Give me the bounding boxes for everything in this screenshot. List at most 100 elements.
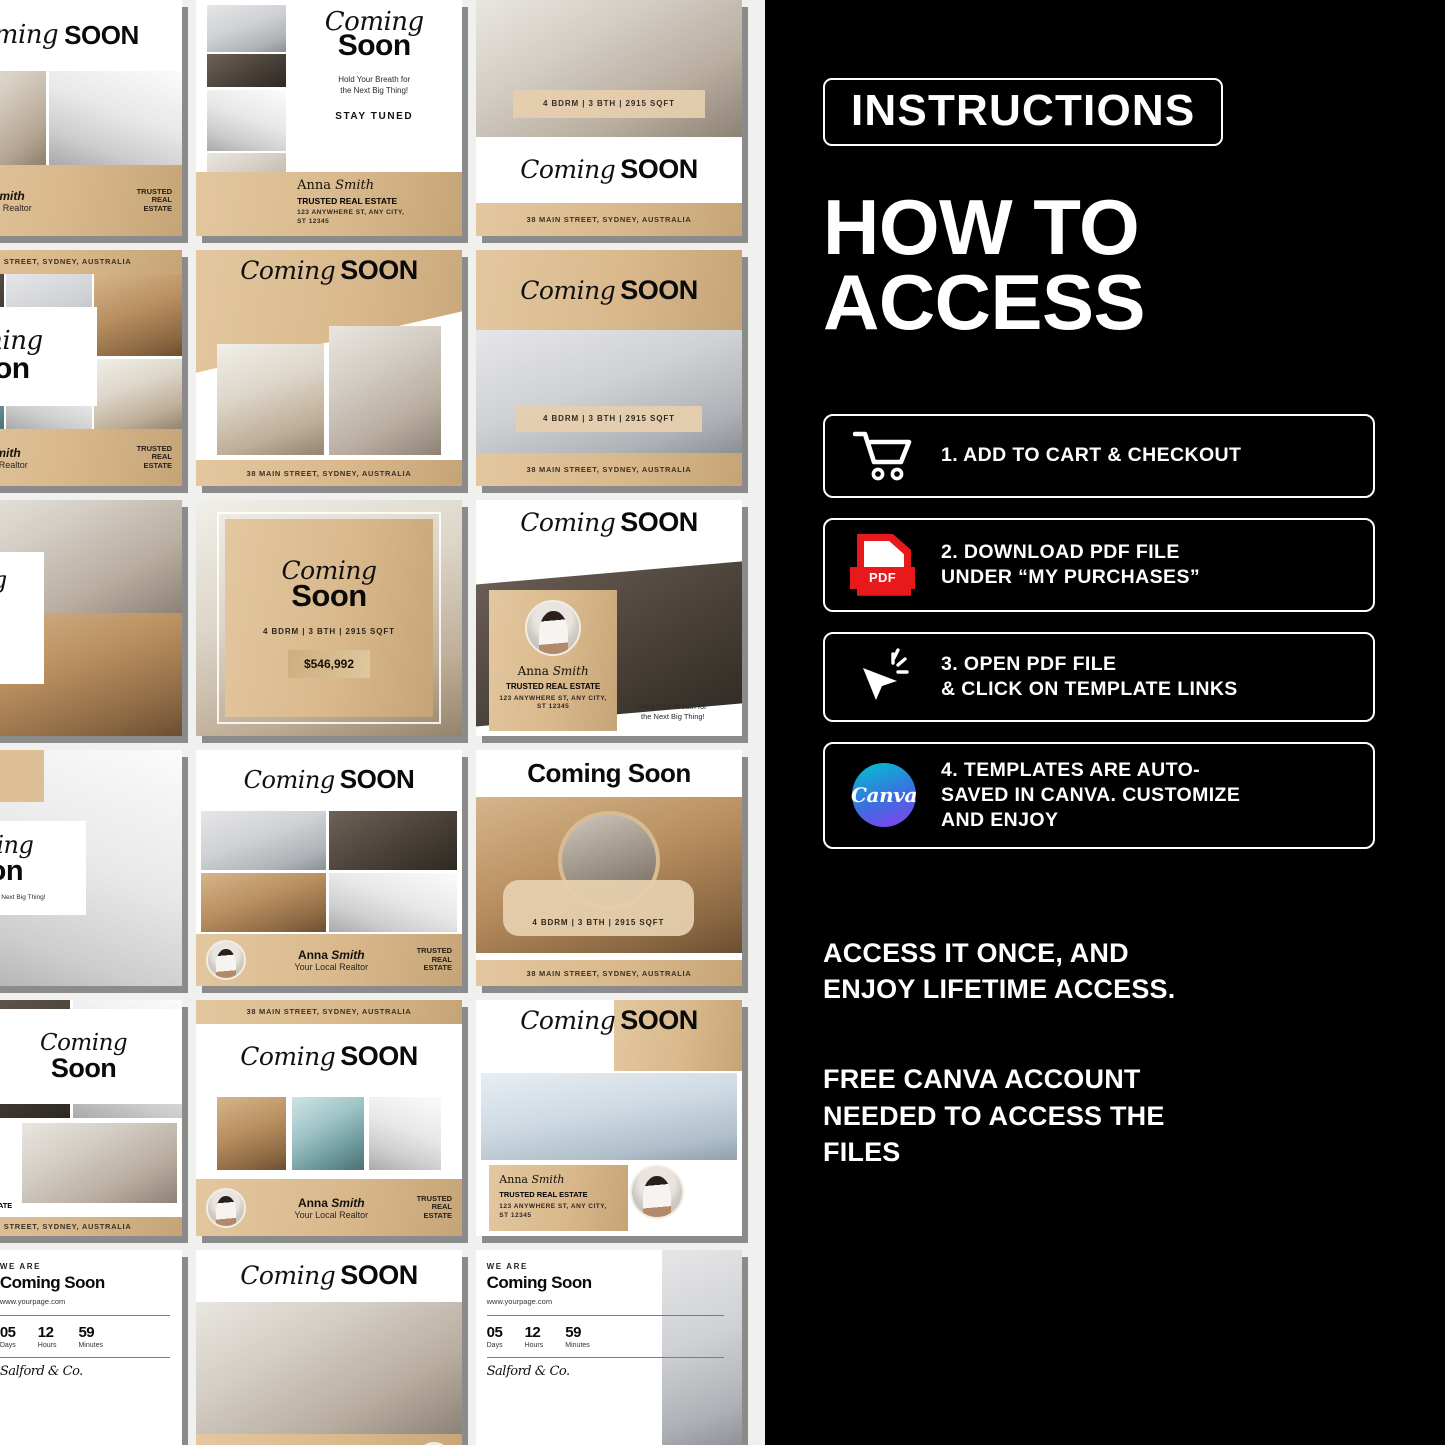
outro-line-1: ACCESS IT ONCE, AND [823, 937, 1129, 968]
trusted-badge: TRUSTED REAL ESTATE [0, 1201, 13, 1211]
cursor-click-icon [845, 648, 923, 706]
countdown-unit: 59 Minutes [565, 1323, 590, 1349]
step-open-pdf[interactable]: 3. OPEN PDF FILE & CLICK ON TEMPLATE LIN… [823, 631, 1375, 722]
avatar [206, 940, 246, 981]
coming-script: Coming [240, 1042, 336, 1072]
avatar [206, 1187, 246, 1228]
price-value: $546,992 [303, 656, 355, 671]
property-address: 38 MAIN STREET, SYDNEY, AUSTRALIA [246, 468, 412, 478]
photo-c [368, 1096, 441, 1170]
agent-role: Your Local Realtor [294, 962, 369, 973]
agent-name: Anna Smith [0, 445, 21, 460]
countdown-unit: 12 Hours [37, 1324, 57, 1349]
outro-line-3: FREE CANVA ACCOUNT [823, 1064, 1141, 1095]
template-card[interactable]: WE ARE Coming Soon www.yourpage.com 05 D… [470, 1244, 750, 1445]
canva-logo-icon: Canva [845, 763, 923, 828]
tagline: Hold Your Breath for the Next Big Thing! [639, 701, 707, 721]
outro-line-5: FILES [823, 1137, 901, 1168]
photo-living [329, 325, 441, 456]
agent-address: 123 ANYWHERE ST, ANY CITY, ST 12345 [499, 694, 607, 711]
coming-script: Coming [520, 155, 616, 185]
soon-bold: SOON [620, 274, 698, 305]
step-add-to-cart[interactable]: 1. ADD TO CART & CHECKOUT [823, 413, 1375, 498]
photo-sofa [22, 1122, 177, 1203]
coming-soon-title: Coming Soon [527, 758, 691, 789]
template-card[interactable]: 38 MAIN STREET, SYDNEY, AUSTRALIA Coming… [0, 244, 190, 494]
soon-bold: SOON [620, 507, 698, 538]
template-card[interactable]: Coming Soon 4 BDRM | 3 BTH | 2915 SQFT $… [190, 494, 470, 744]
agent-role: Your Local Realtor [0, 459, 28, 470]
property-address: 38 MAIN STREET, SYDNEY, AUSTRALIA [0, 1222, 132, 1232]
trusted-badge: TRUSTED REAL ESTATE [297, 196, 398, 207]
coming-script: Coming [0, 568, 7, 592]
template-card[interactable]: WE ARE Coming Soon www.yourpage.com 05 D… [0, 1244, 190, 1445]
step-label: 2. DOWNLOAD PDF FILE UNDER “MY PURCHASES… [941, 540, 1201, 588]
photo-f [94, 358, 182, 430]
agent-role: Your Local Realtor [294, 1209, 369, 1220]
coming-script: Coming [243, 765, 336, 794]
template-card[interactable]: Coming SOON Anna Smith TRUSTED REAL ESTA… [470, 494, 750, 744]
template-card[interactable]: Coming SOON Anna Smith TRUSTED REAL ESTA… [470, 994, 750, 1244]
coming-script: Coming [39, 1029, 128, 1056]
page-title: HOW TO ACCESS [823, 183, 1375, 346]
signature: Salford & Co. [0, 1364, 83, 1379]
property-specs: 4 BDRM | 3 BTH | 2915 SQFT [543, 99, 675, 109]
template-card[interactable]: 38 MAIN STREET, SYDNEY, AUSTRALIA Coming… [190, 994, 470, 1244]
coming-script: Coming [520, 508, 616, 538]
photo-a [201, 811, 327, 871]
template-card[interactable]: Coming SOON 4 BDRM | 3 BTH | 2915 SQFT 3… [470, 244, 750, 494]
trusted-badge: TRUSTED REAL ESTATE [136, 187, 172, 213]
pdf-file-icon: PDF [845, 533, 923, 596]
agent-name: Anna Smith [0, 188, 25, 203]
photo-a [217, 1096, 287, 1170]
property-address: 38 MAIN STREET, SYDNEY, AUSTRALIA [246, 1007, 412, 1017]
title-line-2: ACCESS [823, 257, 1146, 346]
template-card[interactable]: Coming Soon Hold Your Breath for the Nex… [190, 0, 470, 244]
tagline: Hold Your Breath for the Next Big Thing! [0, 894, 46, 902]
countdown-unit: 05 Days [0, 1324, 16, 1349]
photo-b [329, 811, 457, 871]
property-specs: 4 BDRM | 3 BTH | 2915 SQFT [263, 626, 395, 636]
photo-bedroom [476, 330, 742, 453]
countdown-unit: 12 Hours [524, 1323, 544, 1349]
coming-script: Coming [0, 20, 59, 51]
step-label: 3. OPEN PDF FILE & CLICK ON TEMPLATE LIN… [941, 652, 1238, 700]
coming-script: Coming [240, 255, 336, 285]
coming-script: Coming [0, 326, 43, 357]
template-card[interactable]: 4 BDRM | 3 BTH | 2915 SQFT Coming SOON 3… [470, 0, 750, 244]
outro-line-4: NEEDED TO ACCESS THE [823, 1100, 1165, 1131]
agent-name: Anna Smith [499, 1173, 565, 1187]
coming-script: Coming [240, 1261, 336, 1291]
coming-soon-title: Coming Soon [486, 1272, 592, 1292]
outro-text: ACCESS IT ONCE, AND ENJOY LIFETIME ACCES… [823, 935, 1375, 1171]
template-card[interactable]: Coming SOON Anna Smith Your Local Realto… [190, 744, 470, 994]
title-line-1: HOW TO [823, 183, 1140, 271]
template-card[interactable]: Coming SOON Anna Smith Your Local Realto… [0, 0, 190, 244]
photo-interior [662, 1250, 742, 1445]
agent-name: Anna Smith [517, 663, 589, 678]
instructions-panel: INSTRUCTIONS HOW TO ACCESS 1. ADD TO CAR… [765, 0, 1445, 1445]
photo-sofa [206, 4, 287, 52]
photo-c [94, 273, 182, 357]
avatar [630, 1165, 685, 1220]
soon-title: Soon [0, 855, 24, 888]
trusted-badge: TRUSTED REAL ESTATE [416, 946, 452, 973]
photo-d [329, 872, 457, 932]
soon-bold: SOON [340, 254, 418, 285]
template-card[interactable]: Coming Soon Anna Smith TRUSTED REAL ESTA… [0, 994, 190, 1244]
photo-c [201, 872, 327, 932]
coming-soon-title: Coming Soon [0, 1273, 105, 1292]
agent-name: Anna Smith [297, 1195, 365, 1210]
stay-tuned: STAY TUNED [335, 111, 414, 123]
step-download-pdf[interactable]: PDF 2. DOWNLOAD PDF FILE UNDER “MY PURCH… [823, 517, 1375, 612]
template-card[interactable]: Coming Soon Hold Your Breath for the Nex… [0, 744, 190, 994]
template-card[interactable]: Coming Soon 4 BDRM | 3 BTH | 2915 SQFT 3… [470, 744, 750, 994]
soon-title: Soon [0, 352, 30, 386]
step-canva-templates[interactable]: Canva 4. TEMPLATES ARE AUTO- SAVED IN CA… [823, 741, 1375, 849]
template-card[interactable]: Coming SOON 38 MAIN STREET, SYDNEY, AUST… [190, 244, 470, 494]
soon-bold: SOON [340, 1041, 418, 1072]
template-card[interactable]: Coming Soon Hold Your Breath for the Nex… [0, 494, 190, 744]
outro-line-2: ENJOY LIFETIME ACCESS. [823, 974, 1176, 1005]
template-card[interactable]: Coming SOON Anna Smith TRUSTED REAL ESTA… [190, 1244, 470, 1445]
step-label: 1. ADD TO CART & CHECKOUT [941, 444, 1242, 467]
